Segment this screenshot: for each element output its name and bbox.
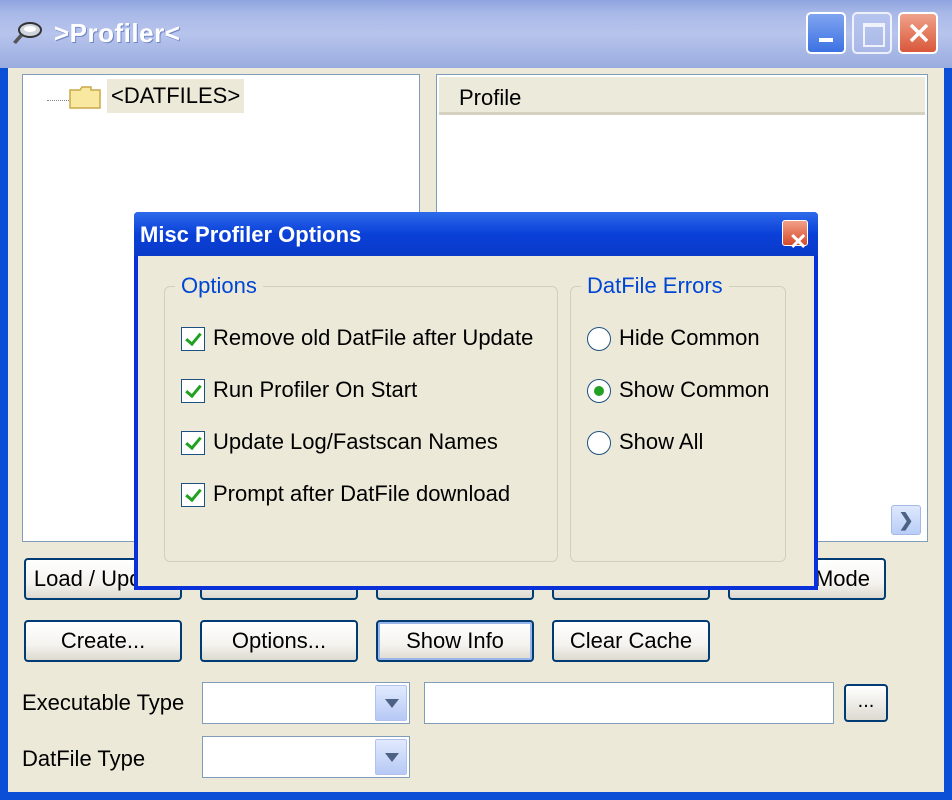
- window-title: >Profiler<: [54, 18, 181, 48]
- close-button[interactable]: [898, 12, 938, 54]
- minimize-button[interactable]: [806, 12, 846, 54]
- show-info-button[interactable]: Show Info: [376, 620, 534, 662]
- profile-column-label: Profile: [459, 85, 522, 110]
- radio-label: Show All: [619, 429, 704, 454]
- datfile-type-select[interactable]: [202, 736, 410, 778]
- close-icon: ✕: [789, 229, 808, 254]
- dialog-title-bar[interactable]: Misc Profiler Options ✕: [134, 212, 818, 256]
- checkbox-checked-icon[interactable]: [181, 483, 205, 507]
- maximize-button[interactable]: [852, 12, 892, 54]
- misc-profiler-options-dialog: Misc Profiler Options ✕ Options Remove o…: [134, 212, 818, 590]
- radio-unselected-icon[interactable]: [587, 327, 611, 351]
- executable-type-select[interactable]: [202, 682, 410, 724]
- chevron-down-icon[interactable]: [375, 685, 407, 721]
- checkbox-checked-icon[interactable]: [181, 327, 205, 351]
- datfile-type-label: DatFile Type: [22, 746, 146, 771]
- option-label: Run Profiler On Start: [213, 377, 418, 402]
- datfile-errors-group-title: DatFile Errors: [581, 273, 729, 299]
- radio-label: Hide Common: [619, 325, 760, 350]
- chevron-down-icon[interactable]: [375, 739, 407, 775]
- options-group: Options Remove old DatFile after Update …: [164, 273, 558, 562]
- maximize-icon: [863, 23, 885, 47]
- scroll-right-arrow-icon[interactable]: ❯: [891, 505, 921, 535]
- option-label: Prompt after DatFile download: [213, 481, 511, 506]
- minimize-icon: [819, 38, 833, 42]
- option-label: Remove old DatFile after Update: [213, 325, 534, 350]
- checkbox-checked-icon[interactable]: [181, 379, 205, 403]
- radio-selected-icon[interactable]: [587, 379, 611, 403]
- datfile-errors-group: DatFile Errors Hide Common Show Common S…: [570, 273, 786, 562]
- dialog-title: Misc Profiler Options: [140, 222, 362, 247]
- options-button[interactable]: Options...: [200, 620, 358, 662]
- browse-button[interactable]: ...: [844, 684, 888, 722]
- tree-root-datfiles[interactable]: <DATFILES>: [107, 79, 245, 113]
- checkbox-checked-icon[interactable]: [181, 431, 205, 455]
- radio-label: Show Common: [619, 377, 770, 402]
- create-button[interactable]: Create...: [24, 620, 182, 662]
- title-bar[interactable]: >Profiler<: [0, 0, 952, 68]
- options-group-title: Options: [175, 273, 263, 299]
- app-icon: [13, 22, 42, 44]
- folder-icon: [69, 86, 101, 109]
- dialog-body: Options Remove old DatFile after Update …: [138, 256, 814, 586]
- close-icon: [909, 23, 929, 43]
- executable-type-label: Executable Type: [22, 690, 185, 715]
- clear-cache-button[interactable]: Clear Cache: [552, 620, 710, 662]
- radio-unselected-icon[interactable]: [587, 431, 611, 455]
- executable-path-input[interactable]: [424, 682, 834, 724]
- option-label: Update Log/Fastscan Names: [213, 429, 498, 454]
- dialog-close-button[interactable]: ✕: [782, 220, 808, 253]
- profile-column-header[interactable]: Profile: [439, 77, 925, 115]
